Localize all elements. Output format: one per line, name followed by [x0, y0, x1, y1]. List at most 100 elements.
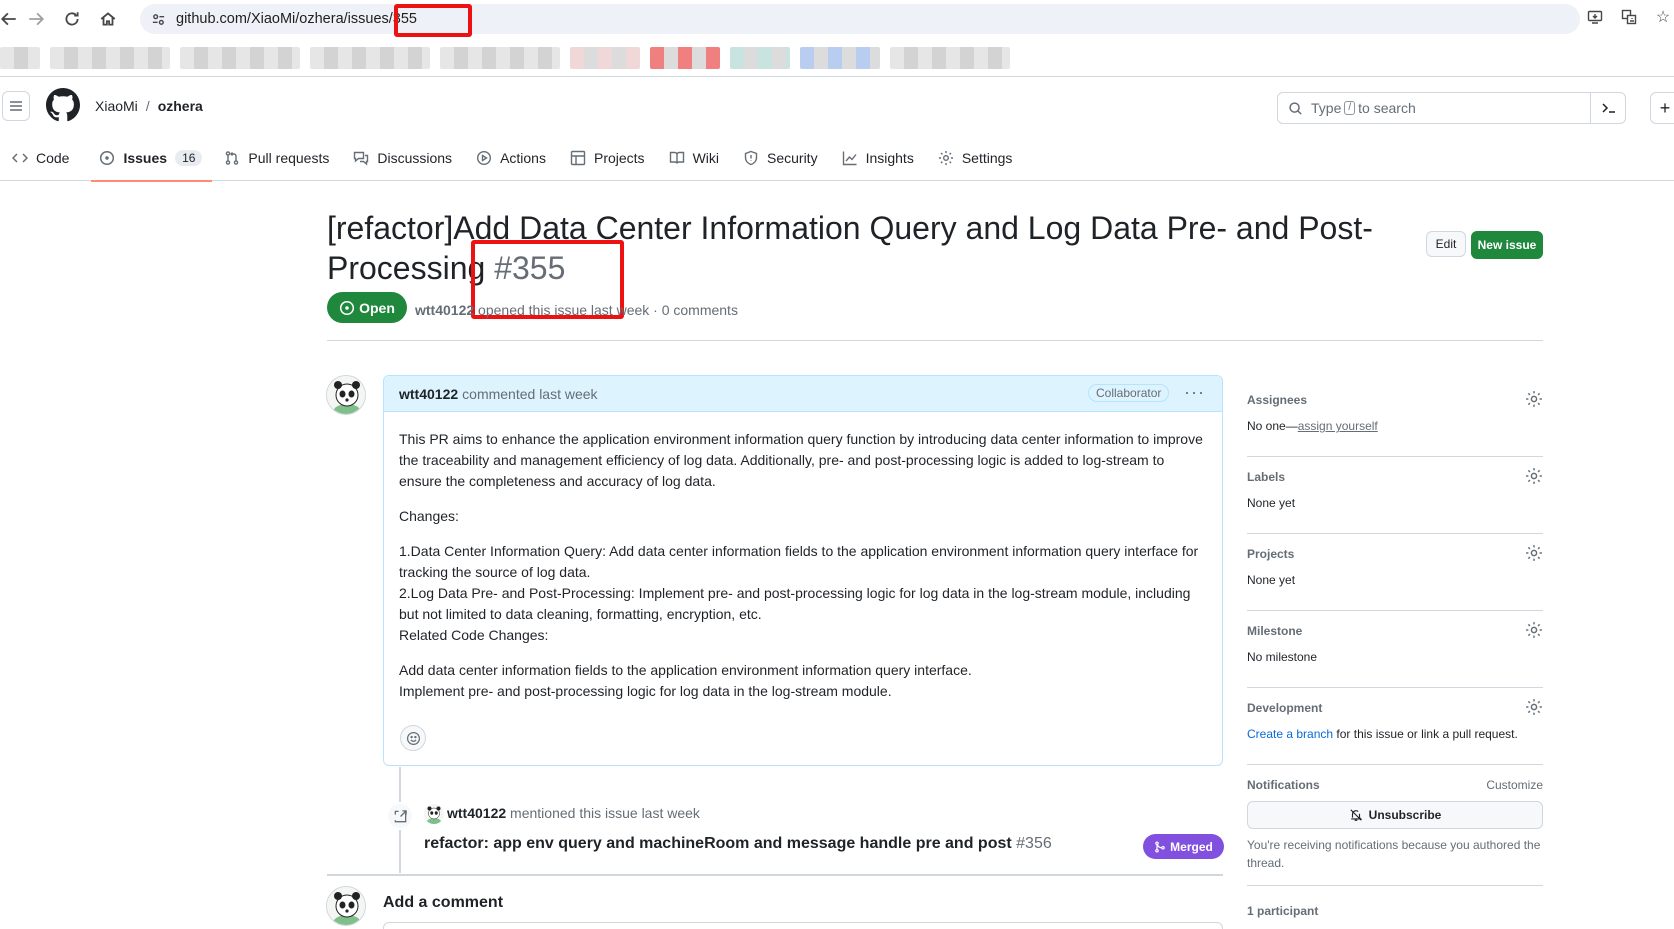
bookmark-item[interactable] [570, 47, 640, 69]
comment-discussion-icon [354, 151, 369, 166]
tab-projects[interactable]: Projects [558, 135, 657, 181]
tab-discussions[interactable]: Discussions [341, 135, 464, 181]
comment-header: wtt40122 commented last week Collaborato… [384, 376, 1222, 412]
gear-icon[interactable] [1525, 467, 1543, 485]
bookmark-item[interactable] [310, 47, 430, 69]
comment-paragraph: Related Code Changes: [399, 627, 549, 643]
menu-button[interactable] [2, 91, 30, 121]
tab-insights[interactable]: Insights [830, 135, 926, 181]
sidebar-heading: Milestone [1247, 624, 1303, 638]
bookmark-item[interactable] [890, 47, 1010, 69]
sidebar-heading: Assignees [1247, 393, 1308, 407]
comment-card: wtt40122 commented last week Collaborato… [383, 375, 1223, 766]
unsubscribe-label: Unsubscribe [1368, 808, 1442, 822]
gear-icon[interactable] [1525, 621, 1543, 639]
comment-paragraph: Add data center information fields to th… [399, 662, 972, 678]
create-new-button[interactable]: + [1650, 92, 1674, 124]
collaborator-badge: Collaborator [1088, 384, 1170, 402]
site-settings-icon[interactable] [148, 9, 168, 29]
tab-wiki[interactable]: Wiki [657, 135, 731, 181]
comment-author-link[interactable]: wtt40122 [399, 386, 458, 402]
kebab-icon[interactable]: ··· [1184, 382, 1205, 403]
tab-label: Pull requests [248, 150, 330, 166]
timeline-actor-link[interactable]: wtt40122 [447, 805, 506, 821]
comment-timestamp[interactable]: commented last week [462, 386, 597, 402]
translate-icon[interactable] [1618, 6, 1640, 28]
install-app-icon[interactable] [1584, 6, 1606, 28]
panda-avatar-icon [424, 804, 444, 824]
unsubscribe-button[interactable]: Unsubscribe [1247, 801, 1543, 829]
gear-icon[interactable] [1525, 698, 1543, 716]
comment-paragraph: This PR aims to enhance the application … [399, 431, 1203, 489]
new-issue-button[interactable]: New issue [1471, 231, 1543, 259]
gear-icon[interactable] [1525, 544, 1543, 562]
issue-opened-icon [100, 150, 115, 166]
command-palette-button[interactable] [1590, 92, 1626, 124]
bell-slash-icon [1350, 809, 1362, 821]
bookmark-item[interactable] [730, 47, 790, 69]
tab-security[interactable]: Security [731, 135, 830, 181]
edit-button[interactable]: Edit [1426, 231, 1466, 257]
bookmark-item[interactable] [800, 47, 880, 69]
url-text[interactable]: github.com/XiaoMi/ozhera/issues/355 [176, 11, 417, 27]
add-reaction-button[interactable] [400, 725, 426, 751]
breadcrumb-owner[interactable]: XiaoMi [95, 98, 138, 114]
create-branch-link[interactable]: Create a branch [1247, 727, 1333, 741]
tab-label: Issues [123, 150, 168, 166]
assign-yourself-link[interactable]: assign yourself [1298, 419, 1378, 433]
search-placeholder-prefix: Type [1311, 100, 1342, 116]
search-icon [1289, 101, 1302, 115]
participants-heading: 1 participant [1247, 904, 1319, 918]
status-badge: Open [327, 292, 407, 323]
github-logo-icon[interactable] [46, 88, 80, 122]
timeline-divider [327, 874, 1223, 876]
address-bar[interactable]: github.com/XiaoMi/ozhera/issues/355 [140, 4, 1580, 34]
search-shortcut-key: / [1344, 101, 1356, 115]
tab-label: Discussions [377, 150, 453, 166]
header-divider [327, 340, 1543, 341]
bookmark-star-icon[interactable]: ☆ [1652, 6, 1674, 28]
sidebar-projects: Projects None yet [1247, 534, 1543, 611]
repo-nav: Code Issues 16 Pull requests Discussions… [0, 135, 1025, 182]
tab-actions[interactable]: Actions [464, 135, 558, 181]
bookmark-item[interactable] [650, 47, 720, 69]
avatar[interactable] [326, 375, 366, 415]
customize-link[interactable]: Customize [1486, 778, 1543, 792]
breadcrumb-repo[interactable]: ozhera [158, 98, 203, 114]
gear-icon [938, 151, 953, 165]
bookmark-item[interactable] [0, 47, 40, 69]
avatar[interactable] [326, 886, 366, 926]
breadcrumb-separator: / [145, 98, 150, 114]
shield-icon [744, 150, 758, 166]
tab-code[interactable]: Code [0, 135, 81, 181]
notification-reason: You're receiving notifications because y… [1247, 838, 1541, 870]
tab-pull-requests[interactable]: Pull requests [212, 135, 341, 181]
tab-label: Wiki [692, 150, 719, 166]
tab-label: Projects [593, 150, 645, 166]
terminal-icon [1601, 103, 1615, 113]
tab-issues[interactable]: Issues 16 [91, 135, 213, 182]
avatar[interactable] [424, 804, 444, 824]
back-icon[interactable] [0, 1, 18, 37]
issue-author-link[interactable]: wtt40122 [415, 302, 474, 318]
issue-title-text: [refactor]Add Data Center Information Qu… [327, 210, 1373, 286]
reload-icon[interactable] [54, 1, 90, 37]
search-input[interactable]: Type / to search [1277, 92, 1626, 124]
panda-avatar-icon [327, 887, 365, 925]
forward-icon[interactable] [18, 1, 54, 37]
tab-settings[interactable]: Settings [926, 135, 1025, 181]
home-icon[interactable] [90, 1, 126, 37]
bookmark-item[interactable] [440, 47, 560, 69]
timeline-event-text: wtt40122 mentioned this issue last week [447, 805, 700, 821]
linked-pr-number[interactable]: #356 [1016, 835, 1052, 852]
plus-icon: + [1659, 97, 1671, 118]
add-comment-heading: Add a comment [383, 894, 504, 911]
gear-icon[interactable] [1525, 390, 1543, 408]
bookmark-item[interactable] [180, 47, 300, 69]
sidebar-labels: Labels None yet [1247, 457, 1543, 534]
bookmark-item[interactable] [50, 47, 170, 69]
linked-pr-title-text[interactable]: refactor: app env query and machineRoom … [424, 835, 1012, 852]
linked-pr-title[interactable]: refactor: app env query and machineRoom … [424, 835, 1052, 853]
browser-actions: ☆ [1584, 6, 1674, 28]
comment-editor[interactable] [383, 922, 1223, 929]
